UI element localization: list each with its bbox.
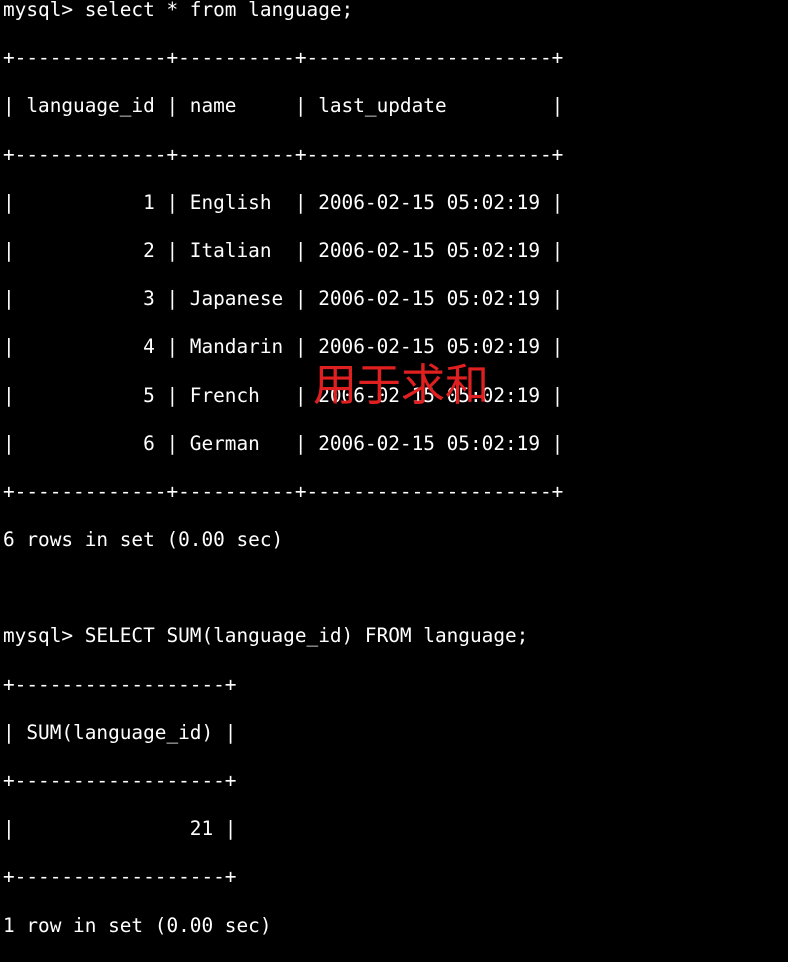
table-border-bottom: +-------------+----------+--------------… (3, 479, 564, 503)
annotation-label: 用于求和 (313, 360, 489, 411)
result-summary: 6 rows in set (0.00 sec) (3, 528, 284, 552)
table-row: | 1 | English | 2006-02-15 05:02:19 | (3, 190, 564, 214)
table-header-row: | language_id | name | last_update | (3, 94, 564, 118)
table-row: | 2 | Italian | 2006-02-15 05:02:19 | (3, 238, 564, 262)
sum-table-row: | 21 | (3, 817, 237, 841)
sum-table-border-top: +------------------+ (3, 672, 237, 696)
prompt-line-sum: mysql> SELECT SUM(language_id) FROM lang… (3, 624, 529, 648)
sum-table-border-bottom: +------------------+ (3, 865, 237, 889)
sum-table-border-header: +------------------+ (3, 769, 237, 792)
terminal-output: mysql> select * from language; +--------… (3, 0, 563, 962)
table-border-top: +-------------+----------+--------------… (3, 46, 564, 70)
prompt-line-select-all: mysql> select * from language; (3, 0, 354, 21)
table-row: | 6 | German | 2006-02-15 05:02:19 | (3, 431, 564, 455)
sum-result-summary: 1 row in set (0.00 sec) (3, 913, 272, 937)
sum-table-header-row: | SUM(language_id) | (3, 720, 237, 744)
table-border-header: +-------------+----------+--------------… (3, 142, 564, 166)
table-row: | 4 | Mandarin | 2006-02-15 05:02:19 | (3, 335, 564, 359)
table-row: | 3 | Japanese | 2006-02-15 05:02:19 | (3, 287, 564, 311)
